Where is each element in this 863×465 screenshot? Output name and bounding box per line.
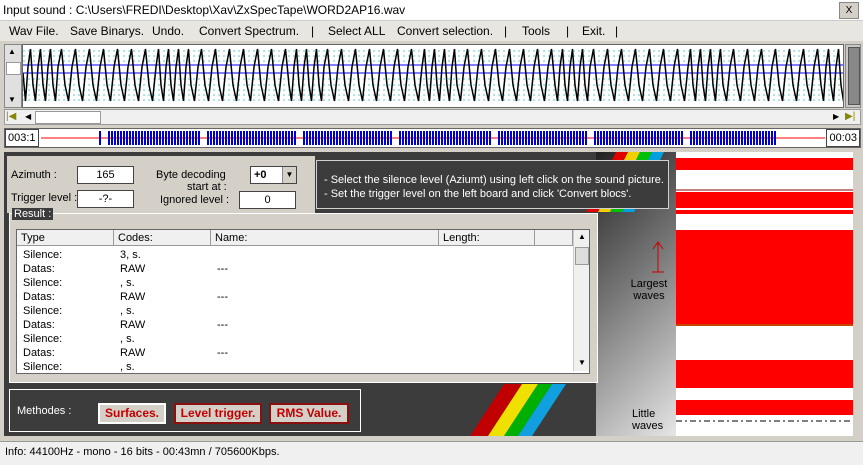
row-type-cell: Silence: <box>23 361 63 373</box>
row-codes-cell: , s. <box>120 305 135 317</box>
result-label: Result : <box>12 208 54 220</box>
scroll-up-arrow-icon[interactable]: ▲ <box>8 47 16 56</box>
row-codes-cell: RAW <box>120 291 146 303</box>
largest-waves-line: waves <box>633 290 665 302</box>
result-vertical-scrollbar[interactable]: ▲ ▼ <box>573 230 589 371</box>
horizontal-scrollbar[interactable]: |◀ ◀ ▶ ▶| <box>4 109 861 125</box>
byte-decoding-label: Byte decoding <box>156 169 226 181</box>
column-header-empty <box>535 230 573 246</box>
row-codes-cell: , s. <box>120 361 135 373</box>
instructions-box: - Select the silence level (Aziumt) usin… <box>316 160 669 209</box>
scroll-up-arrow-icon[interactable]: ▲ <box>578 232 586 241</box>
column-header-length[interactable]: Length: <box>439 230 535 246</box>
instruction-line: - Select the silence level (Aziumt) usin… <box>324 174 664 186</box>
row-type-cell: Datas: <box>23 347 55 359</box>
start-at-label: start at : <box>187 181 227 193</box>
timeline-end-time: 00:03 <box>826 129 860 147</box>
menu-separator: | <box>566 24 570 38</box>
window-title: Input sound : C:\Users\FREDI\Desktop\Xav… <box>3 3 406 17</box>
row-codes-cell: , s. <box>120 277 135 289</box>
menu-convert-spectrum[interactable]: Convert Spectrum. <box>199 24 299 38</box>
zoom-slider[interactable] <box>845 44 861 108</box>
byte-start-select[interactable]: +0 ▼ <box>250 166 297 184</box>
wave-vertical-scrollbar[interactable]: ▲ ▼ <box>4 44 22 108</box>
menu-separator: | <box>504 24 508 38</box>
timeline-start-time: 003:1 <box>5 129 39 147</box>
row-codes-cell: RAW <box>120 347 146 359</box>
trigger-level-label: Trigger level : <box>11 192 78 204</box>
waveform-view[interactable] <box>22 44 847 108</box>
row-codes-cell: 3, s. <box>120 249 141 261</box>
menu-separator: | <box>311 24 315 38</box>
menu-select-all[interactable]: Select ALL <box>328 24 385 38</box>
zoom-slider-thumb[interactable] <box>848 47 860 105</box>
status-bar: Info: 44100Hz - mono - 16 bits - 00:43mn… <box>0 441 863 465</box>
scroll-left-arrow-icon[interactable]: ◀ <box>25 110 31 124</box>
byte-start-value: +0 <box>254 169 267 181</box>
scroll-thumb[interactable] <box>6 62 21 75</box>
row-type-cell: Silence: <box>23 249 63 261</box>
menu-separator: | <box>615 24 619 38</box>
column-header-type[interactable]: Type <box>17 230 114 246</box>
result-list[interactable]: Type Codes: Name: Length: Silence: 3, s. D… <box>16 229 590 374</box>
close-button[interactable]: X <box>839 2 859 19</box>
status-info: Info: 44100Hz - mono - 16 bits - 00:43mn… <box>5 446 280 458</box>
row-type-cell: Silence: <box>23 305 63 317</box>
timeline-graphic <box>41 131 825 145</box>
largest-waves-line: Largest <box>630 278 668 290</box>
trigger-level-input[interactable]: -?- <box>77 190 134 208</box>
surfaces-button[interactable]: Surfaces. <box>98 403 166 424</box>
row-codes-cell: RAW <box>120 263 146 275</box>
row-name-cell: --- <box>217 263 228 275</box>
ignored-level-label: Ignored level : <box>160 194 230 206</box>
scroll-down-arrow-icon[interactable]: ▼ <box>578 358 586 367</box>
column-header-name[interactable]: Name: <box>211 230 439 246</box>
row-type-cell: Silence: <box>23 277 63 289</box>
parameters-box: Azimuth : 165 Trigger level : -?- Byte d… <box>7 156 315 213</box>
title-bar: Input sound : C:\Users\FREDI\Desktop\Xav… <box>0 0 863 21</box>
largest-waves-arrow-icon <box>652 241 664 273</box>
little-waves-line: Little <box>632 408 656 420</box>
menu-tools[interactable]: Tools <box>522 24 550 38</box>
methodes-group: Methodes : Surfaces. Level trigger. RMS … <box>9 389 361 432</box>
row-type-cell: Datas: <box>23 263 55 275</box>
scroll-down-arrow-icon[interactable]: ▼ <box>8 95 16 104</box>
row-type-cell: Silence: <box>23 333 63 345</box>
waveform-graphic <box>22 48 847 102</box>
azimuth-label: Azimuth : <box>11 169 57 181</box>
row-name-cell: --- <box>217 291 228 303</box>
menu-convert-selection[interactable]: Convert selection. <box>397 24 493 38</box>
row-type-cell: Datas: <box>23 319 55 331</box>
scroll-first-icon[interactable]: |◀ <box>6 110 16 124</box>
row-codes-cell: RAW <box>120 319 146 331</box>
chevron-down-icon[interactable]: ▼ <box>282 167 296 183</box>
ignored-level-input[interactable]: 0 <box>239 191 296 209</box>
row-type-cell: Datas: <box>23 291 55 303</box>
scroll-thumb[interactable] <box>575 247 589 265</box>
row-name-cell: --- <box>217 347 228 359</box>
largest-waves-label: Largest waves <box>629 278 669 302</box>
instruction-line: - Set the trigger level on the left boar… <box>324 188 632 200</box>
little-waves-line: waves <box>632 420 664 432</box>
row-codes-cell: , s. <box>120 333 135 345</box>
scroll-last-icon[interactable]: ▶| <box>845 110 855 124</box>
methodes-label: Methodes : <box>17 405 72 417</box>
row-name-cell: --- <box>217 319 228 331</box>
azimuth-input[interactable]: 165 <box>77 166 134 184</box>
menu-exit[interactable]: Exit. <box>582 24 605 38</box>
level-trigger-button[interactable]: Level trigger. <box>174 403 262 424</box>
menu-bar: Wav File. Save Binarys. Undo. Convert Sp… <box>0 21 863 41</box>
menu-undo[interactable]: Undo. <box>152 24 184 38</box>
scroll-right-arrow-icon[interactable]: ▶ <box>833 110 839 124</box>
menu-wav-file[interactable]: Wav File. <box>9 24 59 38</box>
wave-histogram[interactable] <box>676 152 853 436</box>
histogram-margin <box>853 152 863 436</box>
scroll-thumb[interactable] <box>35 111 101 124</box>
rms-value-button[interactable]: RMS Value. <box>269 403 349 424</box>
little-waves-label: Little waves <box>632 408 663 432</box>
column-header-codes[interactable]: Codes: <box>114 230 211 246</box>
timeline-overview[interactable]: 003:1 00:03 <box>4 128 861 148</box>
menu-save-binarys[interactable]: Save Binarys. <box>70 24 144 38</box>
